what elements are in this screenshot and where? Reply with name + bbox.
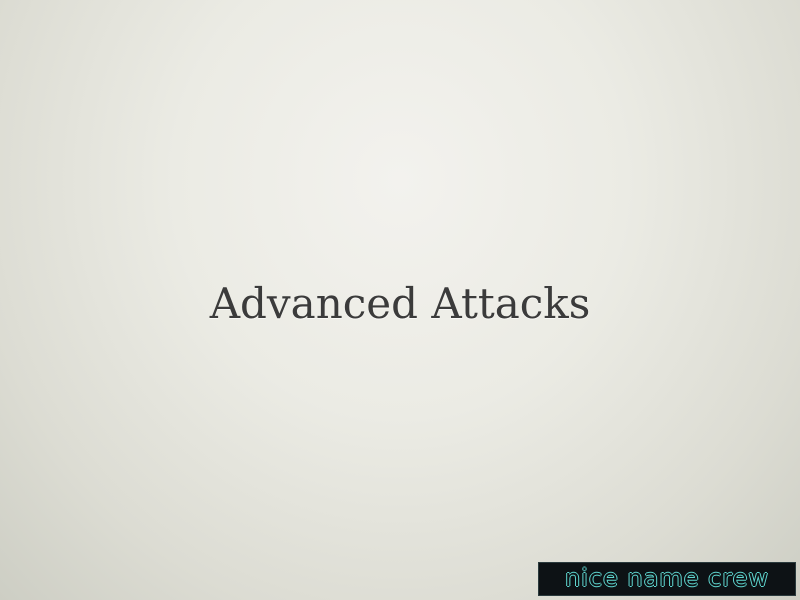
slide-title: Advanced Attacks xyxy=(209,279,591,328)
crew-logo: nice name crew xyxy=(538,562,796,596)
slide-canvas: Advanced Attacks nice name crew xyxy=(0,0,800,600)
crew-logo-text: nice name crew xyxy=(564,564,770,592)
